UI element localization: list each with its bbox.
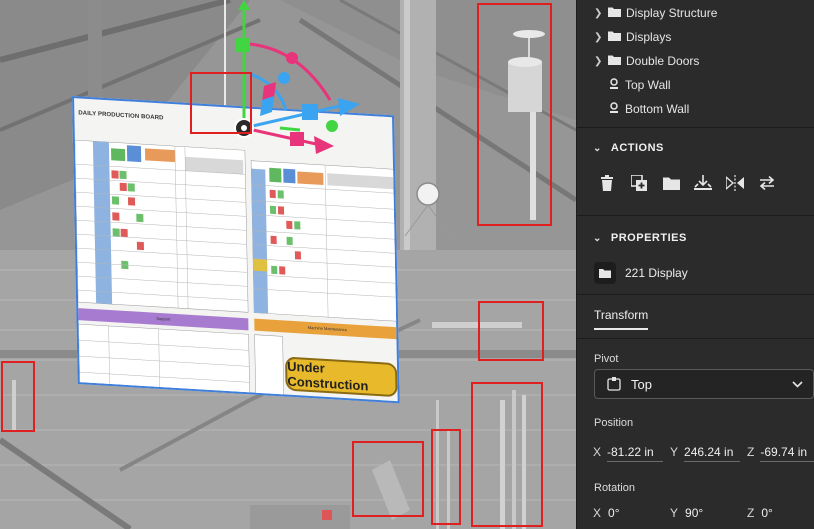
drop-to-floor-button[interactable] [693,172,713,194]
highlight-box [431,429,461,525]
flip-icon [726,175,744,191]
rotation-y-value[interactable]: 90° [685,506,703,520]
selected-object-name: 221 Display [625,266,688,280]
divider [577,294,814,295]
divider [577,215,814,216]
rotation-y-field[interactable]: Y 90° [670,506,703,520]
duplicate-button[interactable] [629,172,649,194]
group-folder-button[interactable] [661,172,681,194]
chevron-down-icon [792,380,803,388]
highlight-box [352,441,424,517]
highlight-box [190,72,252,134]
position-z-input[interactable] [760,442,814,462]
highlight-box [471,382,543,527]
actions-toolbar [597,172,777,194]
delete-button[interactable] [597,172,617,194]
model-icon [608,77,620,93]
tree-item-label: Display Structure [626,6,718,20]
properties-section-header[interactable]: ⌄ PROPERTIES [577,227,814,249]
gizmo-x-axis [243,126,317,146]
selected-object: 221 Display [594,262,688,284]
folder-icon [608,54,621,68]
tab-underline-rule [577,338,814,339]
pivot-top-icon [607,377,621,391]
position-x-field: X [593,440,664,464]
gizmo-y-scale-handle [236,38,250,52]
axis-x-label: X [593,506,602,520]
axis-z-label: Z [747,445,755,459]
pivot-select[interactable]: Top [594,369,814,399]
trash-icon [601,175,613,191]
tree-item-bottom-wall[interactable]: Bottom Wall [577,98,814,120]
chevron-right-icon[interactable]: ❯ [594,8,604,19]
tree-item-double-doors[interactable]: ❯ Double Doors [577,50,814,72]
swap-button[interactable] [757,172,777,194]
folder-icon [608,6,621,20]
mirror-button[interactable] [725,172,745,194]
rotation-z-value[interactable]: 0° [761,506,772,520]
gizmo-z-scale-handle [302,104,318,120]
folder-icon [594,262,616,284]
axis-y-label: Y [670,445,679,459]
actions-section-header[interactable]: ⌄ ACTIONS [577,137,814,159]
gizmo-rotate-handle [286,52,298,64]
divider [577,127,814,128]
tree-item-label: Double Doors [626,54,700,68]
tree-item-label: Top Wall [625,78,671,92]
rotation-x-value[interactable]: 0° [608,506,619,520]
folder-icon [608,30,621,44]
highlight-box [477,3,552,226]
rotation-label: Rotation [594,482,635,494]
gizmo-x-arrow [314,136,334,154]
highlight-box [478,301,544,361]
chevron-right-icon[interactable]: ❯ [594,32,604,43]
axis-y-label: Y [670,506,679,520]
pivot-value: Top [631,376,652,392]
position-label: Position [594,417,634,429]
chevron-down-icon[interactable]: ⌄ [593,233,602,244]
position-y-field: Y [670,440,741,464]
tree-item-displays[interactable]: ❯ Displays [577,26,814,48]
chevron-right-icon[interactable]: ❯ [594,56,604,67]
highlight-box [1,361,35,432]
model-icon [608,101,620,117]
axis-z-label: Z [747,506,755,520]
tree-item-label: Displays [626,30,672,44]
gizmo-y-arrow [238,0,250,10]
gizmo-z-arrow [338,98,360,116]
tree-item-label: Bottom Wall [625,102,690,116]
tab-transform[interactable]: Transform [594,308,649,330]
duplicate-icon [630,175,647,191]
swap-icon [759,176,775,190]
pivot-label: Pivot [594,353,619,365]
gizmo-blue-handle [278,72,290,84]
rotation-z-field[interactable]: Z 0° [747,506,773,520]
actions-title: ACTIONS [610,142,664,154]
tree-item-display-structure[interactable]: ❯ Display Structure [577,2,814,24]
right-panel: ❯ Display Structure ❯ Displays ❯ Double … [576,0,814,529]
axis-x-label: X [593,445,602,459]
position-y-input[interactable] [684,442,741,462]
position-x-input[interactable] [607,442,664,462]
properties-title: PROPERTIES [610,232,687,244]
chevron-down-icon[interactable]: ⌄ [593,143,602,154]
folder-icon [662,177,680,190]
rotation-x-field[interactable]: X 0° [593,506,620,520]
tree-item-top-wall[interactable]: Top Wall [577,74,814,96]
gizmo-z-axis [243,104,341,130]
import-icon [694,174,712,190]
3d-viewport[interactable]: DAILY PRODUCTION BOARD Support Machine M… [0,0,576,529]
position-z-field: Z [747,440,814,464]
